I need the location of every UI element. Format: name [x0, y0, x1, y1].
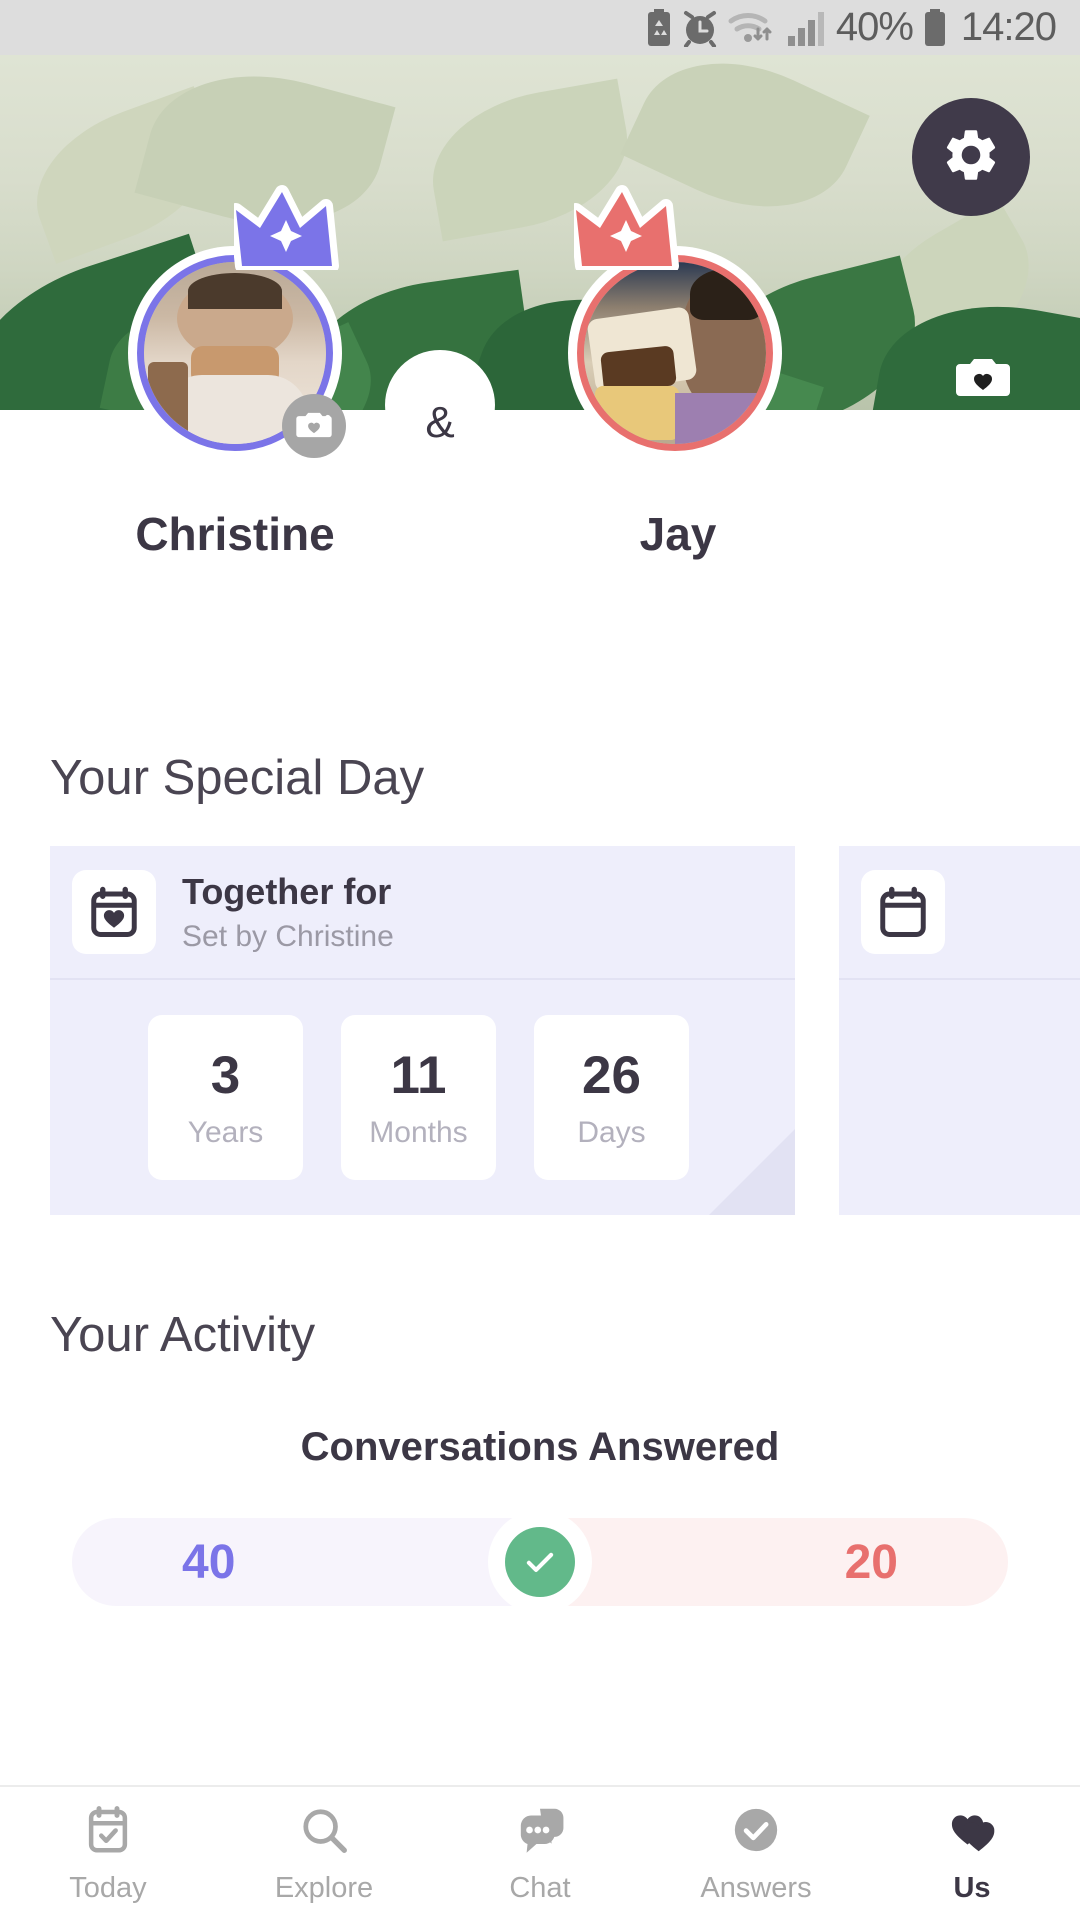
duration-tile-months: 11 Months — [341, 1015, 496, 1180]
special-day-carousel[interactable]: Together for Set by Christine 3 Years 11… — [0, 846, 1080, 1215]
tile-value: 26 — [582, 1046, 641, 1105]
couple-profile-section: & Christine Jay — [0, 185, 1080, 675]
wifi-icon — [728, 9, 776, 47]
hearts-icon — [943, 1803, 1001, 1862]
nav-label: Chat — [509, 1871, 571, 1904]
card-subtitle: Set by Christine — [182, 919, 394, 953]
partner-name-christine: Christine — [135, 508, 335, 560]
battery-percent: 40% — [835, 5, 914, 49]
tile-value: 11 — [390, 1046, 447, 1105]
tile-value: 3 — [210, 1046, 241, 1105]
special-day-card-next[interactable] — [839, 846, 1080, 1215]
search-icon — [297, 1803, 351, 1862]
clock-time: 14:20 — [960, 5, 1057, 49]
chat-bubbles-icon — [511, 1803, 569, 1862]
tile-label: Months — [369, 1116, 468, 1149]
right-value: 20 — [844, 1535, 898, 1589]
conversations-stat: Conversations Answered 40 20 — [0, 1425, 1080, 1614]
crown-icon — [229, 184, 344, 273]
partner-name-jay: Jay — [639, 508, 717, 560]
alarm-icon — [682, 9, 718, 47]
change-photo-button-christine[interactable] — [282, 394, 346, 458]
card-header: Together for Set by Christine — [50, 846, 795, 980]
left-value: 40 — [182, 1535, 236, 1589]
tile-label: Days — [577, 1116, 646, 1149]
nav-label: Today — [69, 1871, 147, 1904]
bar-center-badge — [488, 1510, 592, 1614]
ampersand-text: & — [425, 398, 455, 447]
calendar-heart-icon — [861, 870, 945, 954]
check-circle-icon — [729, 1803, 783, 1862]
bar-left-segment: 40 — [72, 1518, 540, 1606]
special-day-title: Your Special Day — [50, 751, 425, 805]
activity-section: Your Activity Conversations Answered 40 … — [0, 1307, 1080, 1614]
signal-icon — [786, 9, 826, 47]
gear-icon — [940, 124, 1002, 191]
avatar-jay[interactable] — [568, 185, 782, 460]
duration-tiles — [839, 980, 1080, 1050]
activity-title: Your Activity — [50, 1308, 316, 1362]
special-day-section: Your Special Day Together for Set by Chr… — [0, 750, 1080, 1215]
duration-tiles: 3 Years 11 Months 26 Days — [50, 980, 795, 1215]
nav-item-answers[interactable]: Answers — [648, 1787, 864, 1920]
banner-camera-button[interactable] — [954, 352, 1012, 400]
avatar-ring — [568, 246, 782, 460]
battery-saver-icon — [646, 8, 672, 47]
crown-icon — [569, 184, 684, 273]
card-fold-corner — [709, 1129, 795, 1215]
duration-tile-years: 3 Years — [148, 1015, 303, 1180]
conversations-bar: 40 20 — [72, 1510, 1008, 1614]
status-bar: 40% 14:20 — [0, 0, 1080, 55]
avatar-photo-jay — [577, 255, 773, 451]
battery-icon — [923, 8, 947, 47]
nav-label: Explore — [274, 1871, 374, 1904]
duration-tile-days: 26 Days — [534, 1015, 689, 1180]
calendar-check-icon — [81, 1803, 135, 1862]
bottom-navigation[interactable]: Today Explore Chat Answers Us — [0, 1785, 1080, 1920]
bar-right-segment: 20 — [540, 1518, 1008, 1606]
special-day-card[interactable]: Together for Set by Christine 3 Years 11… — [50, 846, 795, 1215]
nav-item-us[interactable]: Us — [864, 1787, 1080, 1920]
nav-label: Answers — [700, 1871, 812, 1904]
avatar-christine[interactable] — [128, 185, 346, 460]
card-header — [839, 846, 1080, 980]
check-circle-icon — [505, 1527, 575, 1597]
card-header-text: Together for Set by Christine — [182, 870, 394, 953]
stat-title: Conversations Answered — [300, 1425, 780, 1469]
card-title: Together for — [182, 871, 392, 913]
camera-heart-icon — [954, 359, 1012, 404]
tile-label: Years — [187, 1116, 264, 1149]
avatar-image — [584, 262, 766, 444]
nav-item-today[interactable]: Today — [0, 1787, 216, 1920]
ampersand-badge: & — [385, 350, 495, 460]
nav-label: Us — [953, 1871, 991, 1904]
calendar-heart-icon — [72, 870, 156, 954]
camera-heart-icon — [295, 408, 333, 445]
nav-item-explore[interactable]: Explore — [216, 1787, 432, 1920]
settings-gear-button[interactable] — [912, 98, 1030, 216]
nav-item-chat[interactable]: Chat — [432, 1787, 648, 1920]
